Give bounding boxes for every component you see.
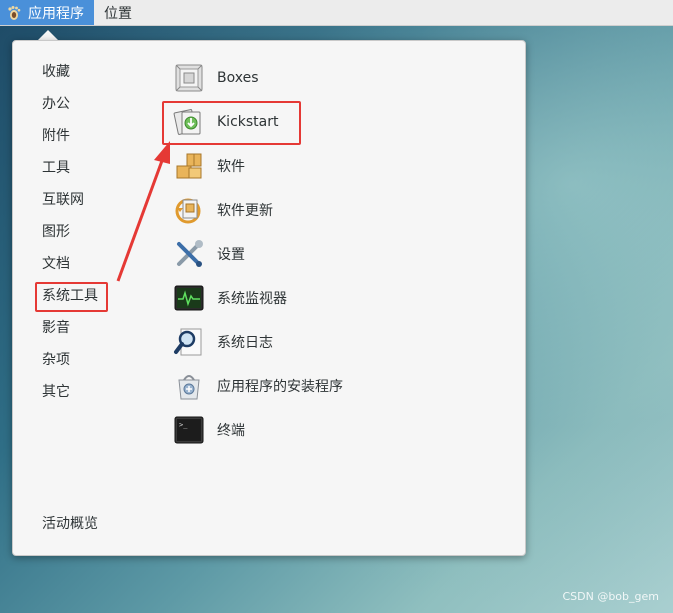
category-utilities[interactable]: 工具 <box>42 158 70 178</box>
applications-menu-button[interactable]: 应用程序 <box>0 0 94 25</box>
system-monitor-icon <box>173 282 205 314</box>
foot-logo-icon <box>6 5 22 21</box>
app-system-monitor-label: 系统监视器 <box>217 291 287 307</box>
category-graphics[interactable]: 图形 <box>42 222 70 242</box>
activities-overview-link[interactable]: 活动概览 <box>42 514 98 534</box>
app-software[interactable]: 软件 <box>173 147 245 185</box>
category-office[interactable]: 办公 <box>42 94 70 114</box>
category-sundry[interactable]: 杂项 <box>42 350 70 370</box>
boxes-icon <box>173 62 205 94</box>
category-accessories[interactable]: 附件 <box>42 126 70 146</box>
settings-icon <box>173 238 205 270</box>
app-system-monitor[interactable]: 系统监视器 <box>173 279 287 317</box>
app-system-log[interactable]: 系统日志 <box>173 323 273 361</box>
category-multimedia[interactable]: 影音 <box>42 318 70 338</box>
app-installer-icon <box>173 370 205 402</box>
svg-text:>_: >_ <box>179 421 188 429</box>
system-tools-highlight-box <box>35 282 108 312</box>
app-installer[interactable]: 应用程序的安装程序 <box>173 367 343 405</box>
app-settings-label: 设置 <box>217 247 245 263</box>
system-log-icon <box>173 326 205 358</box>
applications-menu-label: 应用程序 <box>28 5 84 22</box>
app-boxes[interactable]: Boxes <box>173 59 259 97</box>
category-internet[interactable]: 互联网 <box>42 190 84 210</box>
category-other[interactable]: 其它 <box>42 382 70 402</box>
app-terminal[interactable]: >_ 终端 <box>173 411 245 449</box>
kickstart-highlight-box <box>162 101 301 145</box>
category-favorites[interactable]: 收藏 <box>42 62 70 82</box>
app-software-label: 软件 <box>217 159 245 175</box>
software-update-icon <box>173 194 205 226</box>
app-system-log-label: 系统日志 <box>217 335 273 351</box>
category-documents[interactable]: 文档 <box>42 254 70 274</box>
terminal-icon: >_ <box>173 414 205 446</box>
places-menu-label: 位置 <box>104 5 132 22</box>
top-panel: 应用程序 位置 <box>0 0 673 26</box>
app-boxes-label: Boxes <box>217 70 259 86</box>
app-settings[interactable]: 设置 <box>173 235 245 273</box>
places-menu-button[interactable]: 位置 <box>94 3 142 23</box>
watermark-text: CSDN @bob_gem <box>562 590 659 603</box>
app-software-update[interactable]: 软件更新 <box>173 191 273 229</box>
applications-menu-popup: 收藏 办公 附件 工具 互联网 图形 文档 系统工具 影音 杂项 其它 活动概览… <box>12 40 526 556</box>
app-installer-label: 应用程序的安装程序 <box>217 379 343 395</box>
software-icon <box>173 150 205 182</box>
app-software-update-label: 软件更新 <box>217 203 273 219</box>
app-terminal-label: 终端 <box>217 423 245 439</box>
